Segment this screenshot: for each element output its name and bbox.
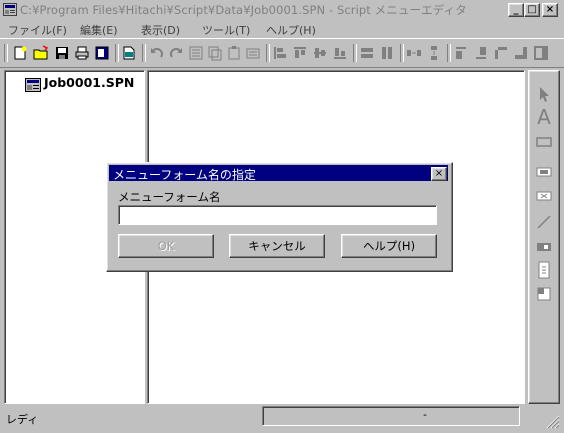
image-tool-icon[interactable] [535,187,553,205]
button-tool-icon[interactable] [535,163,553,181]
same-height-icon [382,47,392,59]
menu-tools[interactable]: ツール(T) [202,22,250,38]
window-title: C:¥Program Files¥Hitachi¥Script¥Data¥Job… [20,3,467,17]
save-icon[interactable] [54,45,70,61]
form-name-input[interactable] [118,205,437,225]
pointer-icon[interactable] [535,85,553,103]
print-icon[interactable] [74,45,90,61]
menu-edit[interactable]: 編集(E) [80,22,118,38]
form-name-dialog: メニューフォーム名の指定 × メニューフォーム名 OK キャンセル ヘルプ(H) [106,162,453,272]
space-horizontal-icon [407,50,421,56]
menu-help[interactable]: ヘルプ(H) [266,22,316,38]
scroll-tool-icon[interactable] [535,261,553,279]
close-button[interactable]: × [542,3,558,17]
align-left-icon [274,47,286,59]
space-vertical-icon [431,46,437,60]
ok-button[interactable]: OK [118,234,214,258]
cancel-button[interactable]: キャンセル [229,234,325,258]
dialog-title-bar: メニューフォーム名の指定 × [109,165,448,182]
same-width-icon [361,48,373,58]
minimize-button[interactable]: _ [508,3,524,17]
label-tool-icon[interactable] [535,238,553,256]
document-icon [25,78,41,92]
form-icon[interactable] [121,45,137,61]
maximize-button[interactable]: □ [524,3,540,17]
align-bottom-icon [334,48,346,59]
help-button[interactable]: ヘルプ(H) [341,234,437,258]
dialog-close-button[interactable]: × [431,167,447,181]
menu-file[interactable]: ファイル(F) [8,22,67,38]
align-center-icon [314,48,326,58]
align-top-icon [294,47,306,58]
toolbar [0,38,564,68]
open-folder-icon[interactable] [33,45,49,61]
undo-icon [151,48,163,58]
status-panel: - [262,406,520,426]
title-bar: C:¥Program Files¥Hitachi¥Script¥Data¥Job… [0,0,564,19]
dialog-title: メニューフォーム名の指定 [113,168,256,182]
app-icon [3,3,17,16]
grid-icon [495,47,507,59]
rectangle-tool-icon[interactable] [535,133,553,151]
layout-icon [534,46,548,60]
menu-view[interactable]: 表示(D) [141,22,180,38]
frame-tool-icon[interactable] [535,285,553,303]
send-back-icon [476,47,486,59]
resize-grip-icon[interactable] [544,413,560,429]
copy-icon [208,46,222,61]
new-file-icon[interactable] [12,45,28,61]
form-name-label: メニューフォーム名 [118,190,221,204]
paste-icon [228,46,240,60]
delete-icon [246,48,260,59]
cut-icon [189,46,203,60]
redo-icon [170,48,182,58]
toolbar-grip [4,44,8,62]
bring-front-icon [456,47,466,59]
text-tool-icon[interactable]: A [535,107,553,127]
status-panel-value: - [423,408,427,421]
preview-icon[interactable] [94,45,110,61]
menu-bar: ファイル(F) 編集(E) 表示(D) ツール(T) ヘルプ(H) [0,19,564,37]
snap-icon [515,47,527,59]
tree-item-job0001[interactable]: Job0001.SPN [44,75,134,90]
status-text: レディ [6,413,39,426]
tool-palette: A [528,70,560,404]
line-tool-icon[interactable] [535,213,553,231]
